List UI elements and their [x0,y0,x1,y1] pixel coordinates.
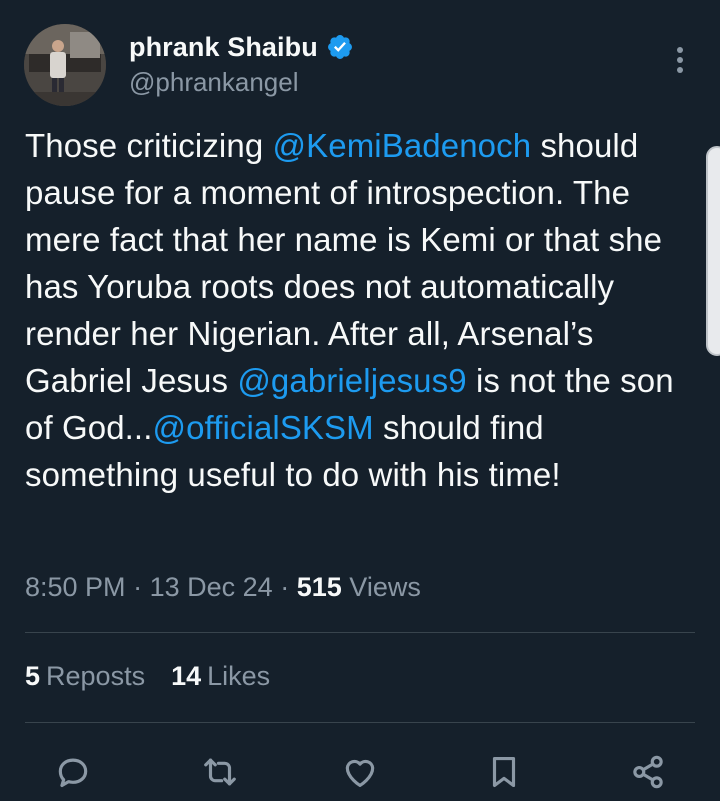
like-button[interactable] [338,750,382,794]
author-name-row: phrank Shaibu [129,31,354,63]
mention-link[interactable]: @KemiBadenoch [273,127,532,164]
more-options-icon[interactable] [664,40,696,80]
author-display-name[interactable]: phrank Shaibu [129,32,318,63]
scrollbar-handle[interactable] [706,146,720,356]
author-handle[interactable]: @phrankangel [129,67,299,98]
heart-icon [345,759,375,788]
reposts-label: Reposts [46,661,146,691]
meta-separator: · [280,572,290,602]
views-count: 515 [296,572,342,602]
reply-icon [58,758,88,788]
likes-stat[interactable]: 14 Likes [171,661,270,692]
verified-badge-icon [326,33,354,61]
engagement-stats: 5 Reposts 14 Likes [25,661,270,692]
reposts-count: 5 [25,661,41,691]
meta-separator: · [133,572,143,602]
share-icon [633,755,663,789]
tweet-text: Those criticizing @KemiBadenoch should p… [25,122,675,498]
avatar[interactable] [24,24,106,106]
mention-link[interactable]: @officialSKSM [152,409,373,446]
likes-count: 14 [171,661,202,691]
bookmark-button[interactable] [482,750,526,794]
views-label: Views [349,572,421,602]
tweet-date[interactable]: 13 Dec 24 [150,572,273,602]
reposts-stat[interactable]: 5 Reposts [25,661,145,692]
repost-icon [204,758,236,786]
reply-button[interactable] [51,750,95,794]
tweet-time[interactable]: 8:50 PM [25,572,126,602]
tweet-meta: 8:50 PM · 13 Dec 24 · 515 Views [25,572,421,603]
action-bar [0,750,720,794]
divider [25,632,695,633]
divider [25,722,695,723]
mention-link[interactable]: @gabrieljesus9 [237,362,466,399]
repost-button[interactable] [198,750,242,794]
share-button[interactable] [626,750,670,794]
tweet-text-segment: should pause for a moment of introspecti… [25,127,663,399]
bookmark-icon [492,756,516,788]
tweet-text-segment: Those criticizing [25,127,273,164]
likes-label: Likes [207,661,271,691]
